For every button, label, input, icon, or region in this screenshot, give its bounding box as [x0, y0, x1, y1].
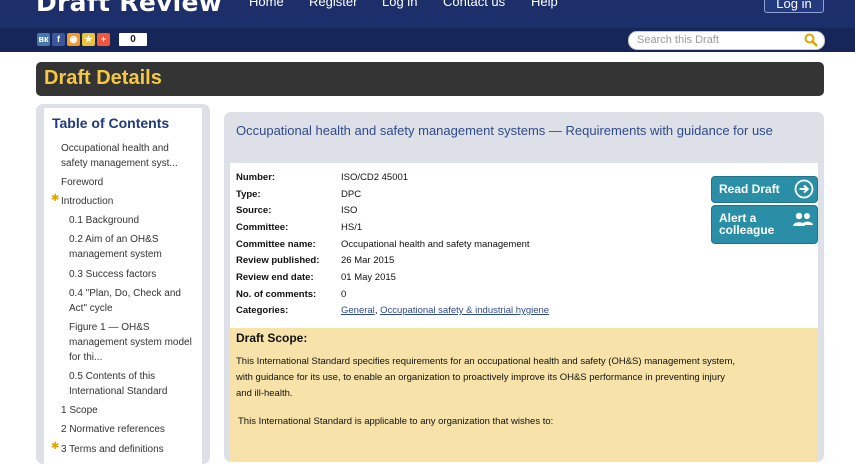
toc-item[interactable]: 0.3 Success factors	[69, 267, 156, 282]
scope-line: with guidance for its use, to enable an …	[236, 372, 725, 383]
toc-item[interactable]: Act" cycle	[69, 301, 113, 316]
draft-panel: Occupational health and safety managemen…	[224, 112, 824, 462]
toc-item[interactable]: Foreword	[61, 175, 103, 190]
expand-star-icon[interactable]: ✱	[51, 193, 59, 204]
field-label: Categories:	[236, 305, 289, 316]
addthis-icon[interactable]: +	[97, 33, 110, 46]
toc-item[interactable]: 3 Terms and definitions	[61, 442, 164, 457]
page-title-bar: Draft Details	[36, 62, 824, 96]
field-value: Occupational health and safety managemen…	[341, 239, 530, 250]
scope-line: This International Standard specifies re…	[236, 356, 736, 367]
field-value: 26 Mar 2015	[341, 255, 395, 266]
arrow-right-icon	[794, 179, 814, 202]
alert-colleague-label: Alert a colleague	[719, 212, 774, 236]
alert-line-2: colleague	[719, 223, 775, 237]
toc-item[interactable]: Occupational health and	[61, 141, 169, 156]
categories-value: General, Occupational safety & industria…	[341, 305, 549, 316]
scope-line: This International Standard is applicabl…	[238, 416, 554, 427]
toc-item[interactable]: safety management syst...	[61, 156, 178, 171]
field-label: Type:	[236, 189, 261, 200]
toc-item[interactable]: management system model	[69, 335, 192, 350]
alert-colleague-button[interactable]: Alert a colleague	[711, 205, 818, 244]
field-label: Review end date:	[236, 272, 314, 283]
field-label: Number:	[236, 172, 276, 183]
expand-star-icon[interactable]: ✱	[51, 441, 59, 452]
field-value: DPC	[341, 189, 362, 200]
draft-scope: Draft Scope: This International Standard…	[230, 328, 818, 462]
facebook-icon[interactable]: f	[52, 33, 65, 46]
scope-line: and ill-health.	[236, 388, 293, 399]
toc-item[interactable]: 0.5 Contents of this	[69, 369, 155, 384]
field-label: Committee name:	[236, 239, 316, 250]
category-link-occupational-safety[interactable]: Occupational safety & industrial hygiene	[380, 305, 549, 316]
table-of-contents: Table of Contents Occupational health an…	[36, 104, 210, 464]
category-link-general[interactable]: General	[341, 305, 375, 316]
site-brand[interactable]: Draft Review	[36, 0, 222, 17]
toc-panel: Table of Contents Occupational health an…	[44, 108, 202, 464]
field-value: HS/1	[341, 222, 363, 233]
field-label: No. of comments:	[236, 289, 317, 300]
field-label: Source:	[236, 205, 272, 216]
toc-item[interactable]: 2 Normative references	[61, 422, 165, 437]
toc-item[interactable]: for thi...	[69, 350, 102, 365]
field-value: ISO	[341, 205, 358, 216]
vk-icon[interactable]: вк	[37, 33, 50, 46]
login-button[interactable]: Log in	[764, 0, 824, 13]
toc-item[interactable]: 0.1 Background	[69, 213, 139, 228]
users-icon	[792, 211, 814, 232]
nav-home[interactable]: Home	[249, 0, 284, 9]
nav-help[interactable]: Help	[531, 0, 558, 9]
toc-item[interactable]: management system	[69, 247, 162, 262]
draft-title: Occupational health and safety managemen…	[236, 123, 773, 138]
odnoklassniki-icon[interactable]: ◉	[67, 33, 80, 46]
field-label: Committee:	[236, 222, 289, 233]
draft-info: Number: ISO/CD2 45001 Type: DPC Source: …	[230, 163, 818, 328]
toc-item[interactable]: 0.4 "Plan, Do, Check and	[69, 286, 181, 301]
read-draft-label: Read Draft	[719, 182, 780, 196]
search-icon[interactable]	[804, 33, 818, 52]
toc-item[interactable]: International Standard	[69, 384, 167, 399]
nav-contact[interactable]: Contact us	[443, 0, 505, 9]
share-count: 0	[119, 33, 147, 46]
favorites-icon[interactable]: ★	[82, 33, 95, 46]
nav-register[interactable]: Register	[309, 0, 357, 9]
search-box	[628, 31, 825, 50]
search-input[interactable]	[637, 33, 797, 47]
nav-login[interactable]: Log in	[382, 0, 417, 9]
toc-item[interactable]: Figure 1 — OH&S	[69, 320, 150, 335]
read-draft-button[interactable]: Read Draft	[711, 176, 818, 203]
field-label: Review published:	[236, 255, 320, 266]
field-value: 0	[341, 289, 347, 300]
field-value: 01 May 2015	[341, 272, 396, 283]
toc-item[interactable]: 0.2 Aim of an OH&S	[69, 232, 159, 247]
scope-heading: Draft Scope:	[236, 331, 308, 345]
toc-title: Table of Contents	[52, 115, 170, 131]
page-title: Draft Details	[44, 67, 162, 89]
toc-item[interactable]: Introduction	[61, 194, 113, 209]
field-value: ISO/CD2 45001	[341, 172, 409, 183]
top-header: Draft Review Home Register Log in Contac…	[0, 0, 855, 28]
toc-item[interactable]: 1 Scope	[61, 403, 98, 418]
